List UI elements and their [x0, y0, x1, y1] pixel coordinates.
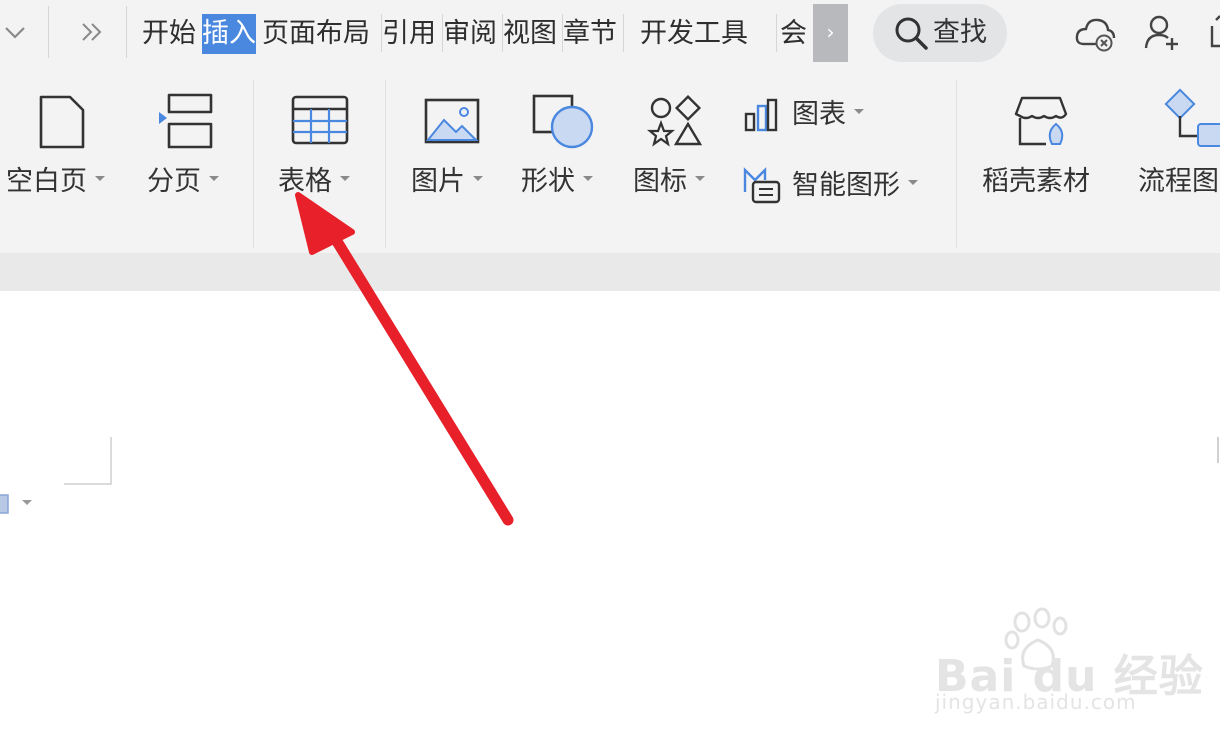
watermark-url: jingyan.baidu.com — [935, 690, 1137, 714]
